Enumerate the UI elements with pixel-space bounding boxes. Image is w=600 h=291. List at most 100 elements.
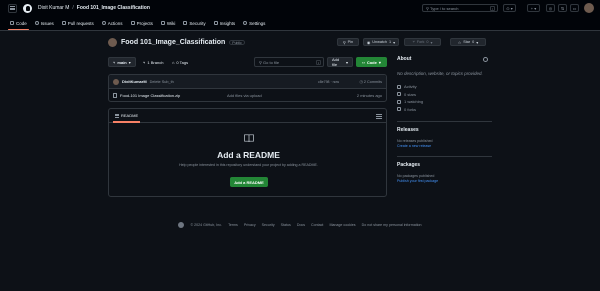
outline-icon[interactable] bbox=[376, 113, 382, 119]
tab-insights[interactable]: Insights bbox=[210, 16, 240, 30]
fork-icon bbox=[397, 107, 401, 112]
copilot-icon: ⊙ ▾ bbox=[506, 5, 513, 11]
readme-tab[interactable]: README bbox=[113, 109, 141, 123]
tab-pull-requests[interactable]: Pull requests bbox=[58, 16, 98, 30]
commit-author[interactable]: DixitKumarM bbox=[122, 79, 147, 84]
user-avatar[interactable] bbox=[584, 3, 594, 13]
branch-icon: ⑂ bbox=[113, 59, 116, 65]
menu-icon[interactable] bbox=[8, 3, 17, 13]
pull-request-icon bbox=[61, 21, 66, 25]
file-name[interactable]: Food-101 Image Classification.zip bbox=[120, 93, 180, 98]
pin-label: Pin bbox=[347, 40, 354, 44]
releases-title[interactable]: Releases bbox=[397, 127, 492, 133]
list-icon bbox=[115, 113, 119, 118]
tab-settings[interactable]: Settings bbox=[239, 16, 269, 30]
commit-message[interactable]: Delete Sub_th bbox=[150, 80, 174, 84]
commits-link[interactable]: ◷ 2 Commits bbox=[359, 79, 382, 84]
file-commit-message[interactable]: Add files via upload bbox=[227, 93, 262, 98]
file-icon bbox=[113, 93, 117, 98]
packages-title[interactable]: Packages bbox=[397, 162, 492, 168]
go-to-file-input[interactable]: ⚲ Go to file t bbox=[254, 57, 324, 67]
search-input[interactable]: ⚲ Type / to search / bbox=[422, 4, 498, 12]
pull-requests-button[interactable]: ⇅ bbox=[558, 4, 567, 12]
tab-actions[interactable]: Actions bbox=[98, 16, 127, 30]
about-item-activity[interactable]: Activity bbox=[397, 83, 492, 91]
inbox-icon: ▭ bbox=[572, 5, 577, 11]
repo-tabs: Code Issues Pull requests Actions Projec… bbox=[0, 16, 269, 30]
global-header: Dixit Kumar M / Food 101_Image Classificat… bbox=[0, 0, 600, 30]
fork-button[interactable]: ⑂ Fork 0 ▾ bbox=[404, 38, 441, 46]
breadcrumb: Dixit Kumar M / Food 101_Image Classificat… bbox=[38, 5, 150, 11]
about-item-stars[interactable]: 0 stars bbox=[397, 91, 492, 99]
issues-button[interactable]: ◎ bbox=[546, 4, 555, 12]
footer-link-cookies[interactable]: Manage cookies bbox=[329, 223, 355, 227]
commit-author-avatar bbox=[113, 78, 119, 85]
tab-label: Issues bbox=[40, 20, 54, 26]
packages-text: No packages published bbox=[397, 174, 435, 178]
tab-code[interactable]: Code bbox=[6, 16, 31, 30]
breadcrumb-separator: / bbox=[72, 5, 74, 11]
tags-link[interactable]: ⌂ 0 Tags bbox=[172, 57, 188, 67]
chevron-down-icon: ▾ bbox=[476, 40, 479, 45]
create-new-button[interactable]: + ▾ bbox=[527, 4, 540, 12]
tag-icon: ⌂ bbox=[172, 59, 175, 65]
github-logo-icon[interactable] bbox=[178, 222, 185, 228]
unwatch-button[interactable]: ◉ Unwatch 1 ▾ bbox=[363, 38, 399, 46]
publish-package-link[interactable]: Publish your first package bbox=[397, 179, 492, 183]
code-label: Code bbox=[366, 59, 377, 65]
packages-section: Packages No packages published Publish y… bbox=[397, 162, 492, 183]
chevron-down-icon: ▾ bbox=[393, 40, 396, 45]
inbox-button[interactable]: ▭ bbox=[570, 4, 579, 12]
gear-icon bbox=[243, 21, 248, 25]
footer-link-contact[interactable]: Contact bbox=[311, 223, 323, 227]
code-button[interactable]: ‹› Code ▾ bbox=[356, 57, 387, 67]
footer-link-terms[interactable]: Terms bbox=[228, 223, 238, 227]
tab-security[interactable]: Security bbox=[179, 16, 209, 30]
file-toolbar: ⑂ main ▾ ⑂ 1 Branch ⌂ 0 Tags ⚲ Go to file t A… bbox=[108, 57, 387, 67]
gear-icon[interactable] bbox=[483, 57, 488, 62]
code-icon: ‹› bbox=[362, 59, 365, 65]
pin-button[interactable]: ⚲ Pin bbox=[337, 38, 359, 46]
about-item-label: 0 stars bbox=[404, 91, 417, 97]
owner-link[interactable]: Dixit Kumar M bbox=[38, 5, 69, 11]
header-divider bbox=[0, 30, 600, 31]
add-readme-button[interactable]: Add a README bbox=[230, 177, 268, 187]
add-file-button[interactable]: Add file ▾ bbox=[327, 57, 353, 67]
repo-title[interactable]: Food 101_Image_Classification bbox=[121, 39, 225, 46]
footer-link-do-not-share[interactable]: Do not share my personal information bbox=[362, 223, 422, 227]
latest-commit: DixitKumarM Delete Sub_th c8e798 · now ◷… bbox=[109, 75, 386, 89]
github-logo-icon[interactable] bbox=[23, 3, 32, 13]
footer-link-security[interactable]: Security bbox=[262, 223, 275, 227]
tab-label: Insights bbox=[219, 20, 236, 26]
fork-label: Fork bbox=[416, 40, 425, 44]
footer-link-status[interactable]: Status bbox=[281, 223, 291, 227]
add-file-label: Add file bbox=[332, 57, 340, 67]
plus-icon: + bbox=[530, 5, 534, 11]
shield-icon bbox=[183, 21, 188, 25]
about-item-watching[interactable]: 1 watching bbox=[397, 98, 492, 106]
fork-icon: ⑂ bbox=[412, 40, 415, 44]
fork-count: 0 bbox=[426, 40, 429, 44]
readme-panel: README Add a README Help people interest… bbox=[108, 108, 387, 197]
readme-subtitle: Help people interested in this repositor… bbox=[179, 163, 318, 167]
star-button[interactable]: ☆ Star 0 ▾ bbox=[450, 38, 486, 46]
star-label: Star bbox=[463, 40, 471, 44]
branches-link[interactable]: ⑂ 1 Branch bbox=[143, 57, 163, 67]
footer-link-privacy[interactable]: Privacy bbox=[244, 223, 256, 227]
about-item-label: Activity bbox=[404, 84, 417, 90]
repo-header: Food 101_Image_Classification Public ⚲ Pi… bbox=[108, 36, 492, 48]
releases-section: Releases No releases published Create a … bbox=[397, 127, 492, 148]
about-item-label: 1 watching bbox=[404, 99, 424, 105]
commit-hash[interactable]: c8e798 · now bbox=[318, 80, 339, 84]
copilot-button[interactable]: ⊙ ▾ bbox=[503, 4, 516, 12]
footer-link-docs[interactable]: Docs bbox=[297, 223, 305, 227]
branch-selector[interactable]: ⑂ main ▾ bbox=[108, 57, 136, 67]
pin-icon: ⚲ bbox=[342, 40, 346, 45]
tab-projects[interactable]: Projects bbox=[127, 16, 157, 30]
repo-link[interactable]: Food 101_Image Classification bbox=[77, 5, 150, 11]
star-icon: ☆ bbox=[457, 40, 462, 45]
tab-issues[interactable]: Issues bbox=[31, 16, 58, 30]
tab-wiki[interactable]: Wiki bbox=[157, 16, 180, 30]
about-item-forks[interactable]: 0 forks bbox=[397, 106, 492, 114]
create-release-link[interactable]: Create a new release bbox=[397, 144, 492, 148]
